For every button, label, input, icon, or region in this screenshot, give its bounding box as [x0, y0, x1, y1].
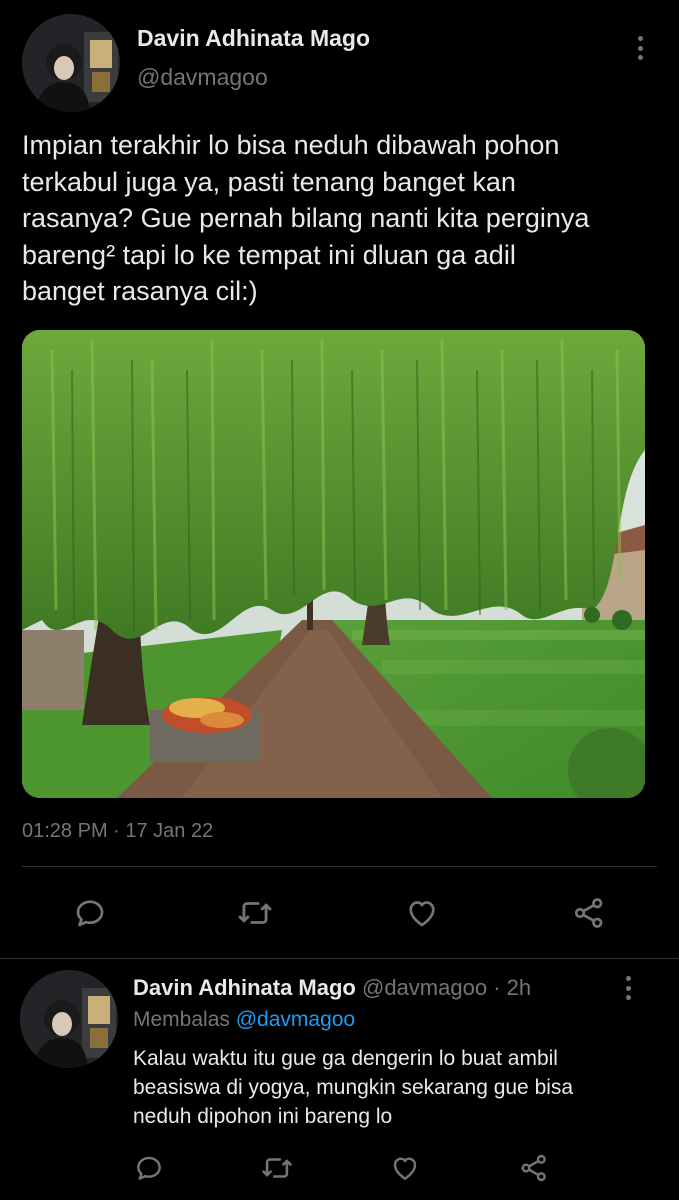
reply-header: Davin Adhinata Mago @davmagoo · 2h	[133, 975, 531, 1001]
reply-text: Kalau waktu itu gue ga dengerin lo buat …	[133, 1047, 574, 1128]
time-ago[interactable]: · 2h	[493, 975, 531, 1000]
author-display-name[interactable]: Davin Adhinata Mago	[133, 975, 356, 1000]
tweet-text: Impian terakhir lo bisa neduh dibawah po…	[22, 130, 590, 306]
like-button[interactable]	[402, 893, 442, 933]
author-handle[interactable]: @davmagoo	[362, 975, 487, 1000]
author-display-name[interactable]: Davin Adhinata Mago	[137, 25, 370, 52]
share-icon	[574, 898, 603, 928]
heart-icon	[393, 1157, 417, 1180]
heart-icon	[409, 901, 435, 927]
replying-to-mention[interactable]: @davmagoo	[236, 1008, 355, 1031]
more-options-icon[interactable]	[636, 36, 644, 60]
author-handle[interactable]: @davmagoo	[137, 64, 268, 91]
more-options-icon[interactable]	[624, 976, 632, 1000]
replying-prefix: Membalas	[133, 1008, 230, 1031]
reply-button[interactable]	[130, 1149, 168, 1187]
retweet-button[interactable]	[235, 893, 275, 933]
retweet-icon	[238, 902, 272, 924]
reply-icon	[137, 1156, 161, 1180]
divider	[0, 958, 679, 959]
tweet-photo[interactable]	[22, 330, 645, 798]
retweet-icon	[262, 1158, 292, 1178]
share-button[interactable]	[569, 893, 609, 933]
tweet-timestamp[interactable]: 01:28 PM · 17 Jan 22	[22, 820, 213, 843]
reply-icon	[76, 900, 104, 927]
divider	[22, 866, 657, 867]
reply-button[interactable]	[70, 893, 110, 933]
avatar[interactable]	[22, 14, 120, 112]
avatar[interactable]	[20, 970, 118, 1068]
share-icon	[521, 1154, 546, 1182]
retweet-button[interactable]	[258, 1149, 296, 1187]
share-button[interactable]	[515, 1149, 553, 1187]
like-button[interactable]	[386, 1149, 424, 1187]
replying-to: Membalas @davmagoo	[133, 1008, 355, 1032]
